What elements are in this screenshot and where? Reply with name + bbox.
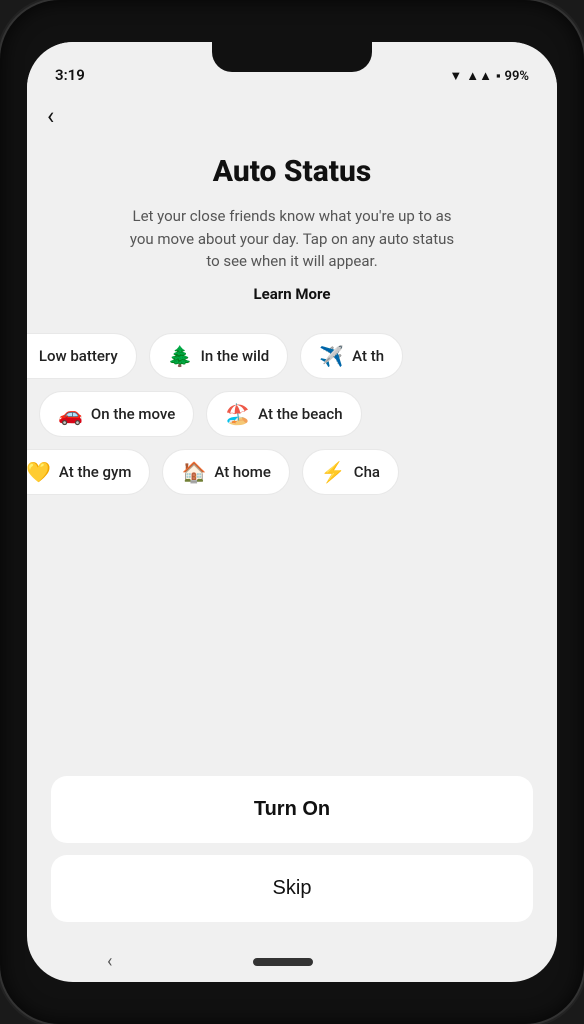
airplane-label: At th (352, 347, 384, 365)
row3-clip: 💛 At the gym 🏠 At home ⚡ Cha (27, 449, 557, 507)
gym-icon: 💛 (27, 460, 51, 484)
charging-label: Cha (354, 463, 380, 481)
status-pill-low-battery[interactable]: 🔋 Low battery (27, 333, 137, 379)
at-home-label: At home (214, 463, 271, 481)
beach-icon: 🏖️ (225, 402, 250, 426)
status-time: 3:19 (55, 66, 85, 84)
at-the-beach-label: At the beach (258, 405, 342, 423)
nav-back-button[interactable]: ‹ (107, 951, 112, 972)
turn-on-button[interactable]: Turn On (51, 776, 533, 843)
signal-icon: ▲▲ (466, 68, 492, 84)
at-the-gym-label: At the gym (59, 463, 132, 481)
battery-icon: ▪ (496, 68, 501, 84)
on-the-move-label: On the move (91, 405, 175, 423)
low-battery-icon: 🔋 (27, 344, 31, 368)
screen-content: ‹ Auto Status Let your close friends kno… (27, 92, 557, 982)
row1-clip: 🔋 Low battery 🌲 In the wild ✈️ At th (27, 333, 557, 391)
car-icon: 🚗 (58, 402, 83, 426)
home-indicator (253, 958, 313, 966)
learn-more-link[interactable]: Learn More (254, 285, 331, 303)
home-icon: 🏠 (181, 460, 206, 484)
main-section: Auto Status Let your close friends know … (27, 102, 557, 333)
back-button[interactable]: ‹ (47, 102, 54, 130)
status-pill-at-home[interactable]: 🏠 At home (162, 449, 289, 495)
status-pill-charging-partial[interactable]: ⚡ Cha (302, 449, 399, 495)
battery-level: 99% (505, 69, 529, 84)
low-battery-label: Low battery (39, 347, 118, 365)
status-row-1: 🔋 Low battery 🌲 In the wild ✈️ At th (27, 333, 557, 379)
bottom-actions: Turn On Skip (51, 776, 533, 922)
wild-icon: 🌲 (168, 344, 193, 368)
status-row-3: 💛 At the gym 🏠 At home ⚡ Cha (27, 449, 557, 495)
status-pill-on-the-move[interactable]: 🚗 On the move (39, 391, 194, 437)
status-pill-at-the-move-partial[interactable]: ✈️ At th (300, 333, 403, 379)
status-row-2: g 🚗 On the move 🏖️ At the beach (27, 391, 557, 437)
phone-frame: 3:19 ▼ ▲▲ ▪ 99% ‹ Auto Status Let your c… (0, 0, 584, 1024)
status-pill-in-the-wild[interactable]: 🌲 In the wild (149, 333, 289, 379)
charging-icon: ⚡ (321, 460, 346, 484)
wild-label: In the wild (201, 347, 270, 365)
row2-clip: g 🚗 On the move 🏖️ At the beach (27, 391, 557, 449)
status-icons: ▼ ▲▲ ▪ 99% (449, 68, 529, 84)
status-carousel: 🔋 Low battery 🌲 In the wild ✈️ At th (27, 333, 557, 507)
notch (212, 42, 372, 72)
skip-button[interactable]: Skip (51, 855, 533, 922)
wifi-icon: ▼ (449, 68, 462, 84)
page-title: Auto Status (213, 154, 372, 189)
phone-screen: 3:19 ▼ ▲▲ ▪ 99% ‹ Auto Status Let your c… (27, 42, 557, 982)
page-description: Let your close friends know what you're … (122, 205, 462, 273)
bottom-nav: ‹ (27, 951, 557, 972)
airplane-icon: ✈️ (319, 344, 344, 368)
status-pill-at-the-gym[interactable]: 💛 At the gym (27, 449, 150, 495)
status-pill-at-the-beach[interactable]: 🏖️ At the beach (206, 391, 361, 437)
